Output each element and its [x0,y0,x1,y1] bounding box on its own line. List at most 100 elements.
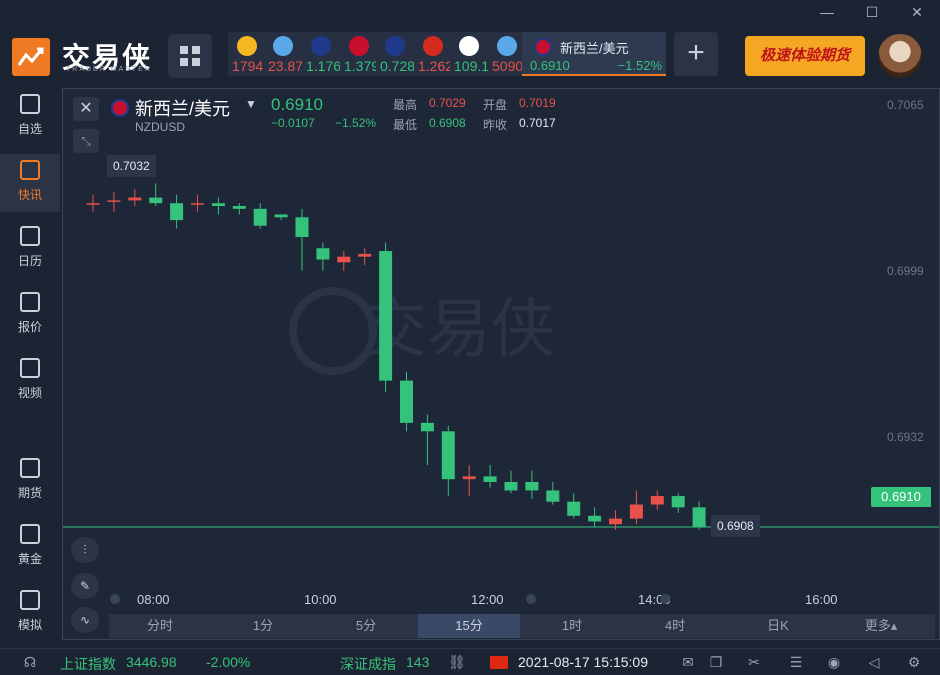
low-label: 最低 [393,118,418,132]
candlestick-chart[interactable]: 交易侠0.70650.69990.693208:00 10:00 12:00 14:0… [63,89,939,639]
prev-close-value: 0.7017 [519,116,556,130]
document-icon[interactable]: ☰ [788,654,804,670]
quote-item[interactable]: 23.87 [264,32,302,76]
quote-item[interactable]: 0.728 [376,32,414,76]
index1-name[interactable]: 上证指数 [60,654,116,674]
sidebar-item[interactable]: 黄金 [0,518,60,576]
candle-body [274,214,288,218]
futures-icon [20,458,40,478]
candle-body [316,248,330,260]
quote-item[interactable]: 1.262 [414,32,452,76]
quote-value: 1.379 [344,58,378,74]
scroll-marker [526,594,536,604]
index2-name[interactable]: 深证成指 [340,654,396,674]
candle-body [253,208,267,226]
chevron-down-icon[interactable]: ▼ [245,97,257,111]
quote-value: 0.728 [380,58,414,74]
link-icon[interactable]: ⛓ [448,654,466,670]
nz-us-flag-icon [111,99,129,117]
period-tab[interactable]: 15分 [418,614,520,638]
minimize-icon[interactable]: — [818,4,836,20]
camera-icon[interactable]: ◉ [826,654,842,670]
period-tab[interactable]: 1时 [521,614,623,638]
high-value: 0.7029 [429,96,466,110]
sidebar-item[interactable]: 视频 [0,352,60,410]
candle-body [525,481,539,491]
promo-banner[interactable]: 极速体验期货 [745,36,865,76]
maximize-icon[interactable]: ☐ [863,4,881,20]
indicator-tool-button[interactable]: ⫶ [71,537,99,563]
eu-us-flag-icon [311,36,331,56]
quote-value: 5090 [492,58,524,74]
period-tab[interactable]: 日K [727,614,829,638]
grid-menu-button[interactable] [168,34,212,78]
quote-value: 23.87 [268,58,302,74]
sidebar-item-label: 期货 [17,486,42,500]
quote-item[interactable]: 1794 [228,32,266,76]
gb-us-flag-icon [349,36,369,56]
period-tab[interactable]: 5分 [315,614,417,638]
quote-item[interactable]: 5090 [488,32,526,76]
candle-body [400,380,413,423]
add-quote-button[interactable]: + [674,32,718,76]
quote-item[interactable]: 109.1 [450,32,488,76]
period-tab[interactable]: 更多▴ [830,614,932,638]
logo-icon [12,38,50,76]
line-tool-button[interactable]: ∿ [71,607,99,633]
close-window-icon[interactable]: ✕ [908,4,926,20]
sidebar-item-label: 视频 [17,386,42,400]
x-axis-tick: 12:00 [471,592,504,607]
period-tab[interactable]: 1分 [212,614,314,638]
candle-body [86,203,100,205]
quote-item[interactable]: 1.379 [340,32,378,76]
low-value: 0.6908 [429,116,466,130]
mail-icon[interactable]: ✉ [680,654,696,670]
ca-us-flag-icon [423,36,443,56]
headset-icon[interactable]: ☊ [22,654,38,670]
open-label: 开盘 [483,98,508,112]
mute-icon[interactable]: ◁ [866,654,882,670]
close-chart-button[interactable]: ✕ [73,97,99,121]
sidebar-item[interactable]: 快讯 [0,154,60,212]
jp-us-flag-icon [459,36,479,56]
sidebar-item-label: 日历 [17,254,42,268]
sidebar-item[interactable]: 自选 [0,88,60,146]
candle-body [191,203,204,205]
symbol-name[interactable]: 新西兰/美元 [135,95,230,121]
candle-body [420,422,434,432]
quote-item[interactable]: 1.176 [302,32,340,76]
symbol-code: NZDUSD [135,120,185,134]
candle-body [588,515,602,522]
candle-body [211,203,225,207]
sidebar-item[interactable]: 期货 [0,452,60,510]
sidebar-item-label: 报价 [17,320,42,334]
active-quote-pct: −1.52% [617,58,662,73]
sidebar-item[interactable]: 模拟 [0,584,60,642]
candle-body [379,251,393,381]
candle-body [149,197,163,204]
sidebar-item[interactable]: 日历 [0,220,60,278]
avatar[interactable] [878,34,922,78]
quote-value: 1.176 [306,58,340,74]
au-us-flag-icon [385,36,405,56]
shrink-chart-button[interactable]: ⤡ [73,129,99,153]
low-price-tag: 0.6908 [711,515,760,537]
candle-body [546,490,560,502]
period-tab[interactable]: 分时 [109,614,211,638]
candle-body [337,256,351,263]
quote-value: 1.262 [418,58,452,74]
active-quote-price: 0.6910 [530,58,570,73]
quote-value: 1794 [232,58,264,74]
period-tab[interactable]: 4时 [624,614,726,638]
prev-close-label: 昨收 [483,118,508,132]
tools-icon[interactable]: ✂ [746,654,762,670]
draw-tool-button[interactable]: ✎ [71,573,99,599]
windows-icon[interactable]: ❐ [708,654,724,670]
watermark-logo [289,287,377,375]
active-quote-tab[interactable]: 新西兰/美元 0.6910 −1.52% [522,32,666,76]
chart-panel: 交易侠 0.7065 0.6999 0.6932 08:00 10:00 12:00 14:0… [62,88,940,640]
sidebar-item[interactable]: 报价 [0,286,60,344]
nz-us-flag-icon [534,38,552,56]
settings-icon[interactable]: ⚙ [906,654,922,670]
x-axis-tick: 16:00 [805,592,838,607]
